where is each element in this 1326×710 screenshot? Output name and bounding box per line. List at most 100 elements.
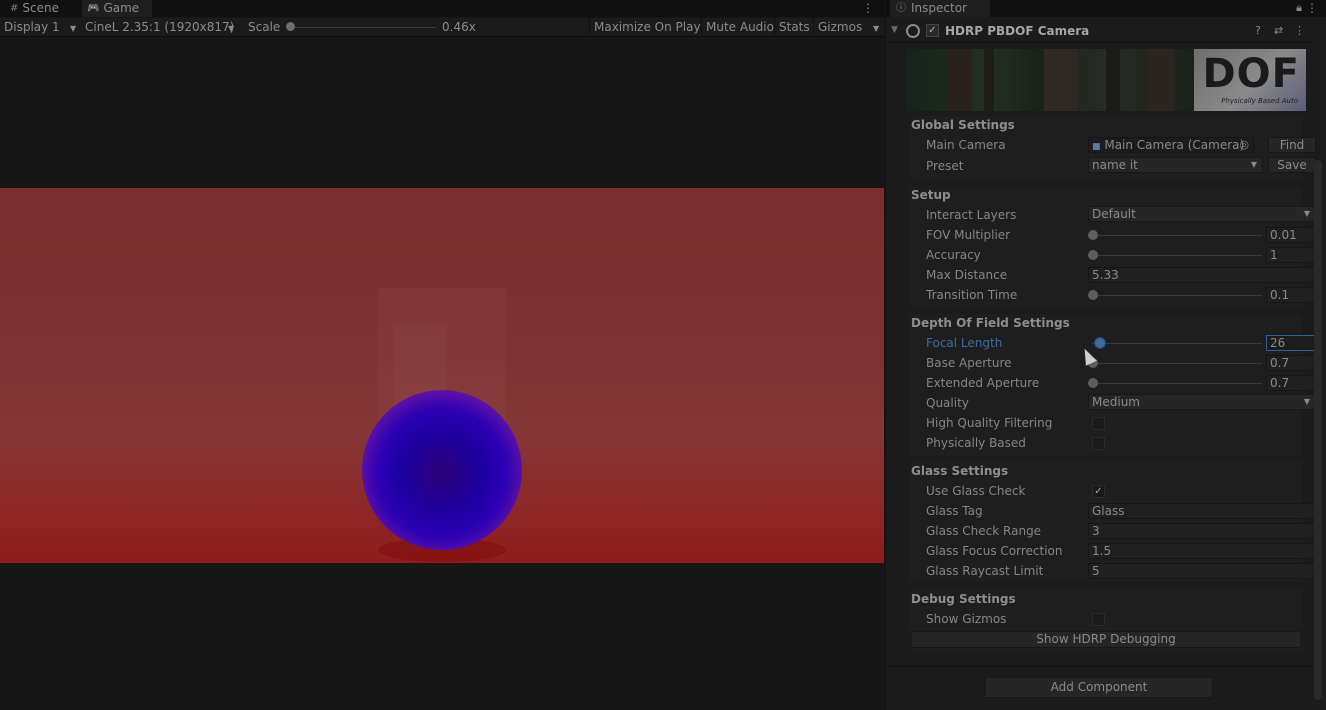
gamepad-icon: 🎮 (87, 3, 100, 14)
banner-tree (1148, 49, 1174, 111)
hq-filtering-row: High Quality Filtering (926, 414, 1300, 434)
tab-inspector[interactable]: ⓘ Inspector (890, 0, 990, 17)
maximize-on-play-button[interactable]: Maximize On Play (594, 18, 701, 37)
transition-time-label: Transition Time (926, 288, 1018, 302)
help-icon[interactable]: ? (1255, 24, 1261, 37)
slider-track (1092, 235, 1262, 236)
display-dropdown[interactable]: Display 1 ▼ (4, 18, 80, 37)
hq-filtering-checkbox[interactable] (1092, 417, 1105, 430)
physically-based-toggle[interactable] (1088, 435, 1108, 451)
lock-icon[interactable]: 🔒︎ (1296, 1, 1302, 15)
physically-based-checkbox[interactable] (1092, 437, 1105, 450)
base-aperture-slider[interactable] (1088, 355, 1268, 371)
scale-label: Scale (248, 20, 281, 34)
main-camera-value: Main Camera (Camera) (1104, 138, 1245, 152)
transition-time-field[interactable]: 0.1 (1266, 287, 1316, 303)
gizmos-dropdown[interactable]: Gizmos ▼ (818, 18, 879, 37)
inspector-menu-icon[interactable]: ⋮ (1306, 0, 1318, 17)
grid-icon: # (10, 3, 19, 14)
use-glass-check-toggle[interactable]: ✓ (1088, 483, 1108, 499)
show-gizmos-row: Show Gizmos (926, 610, 1300, 630)
use-glass-check-row: Use Glass Check ✓ (926, 482, 1300, 502)
base-aperture-row: Base Aperture 0.7 (926, 354, 1316, 374)
main-camera-field[interactable]: ■ Main Camera (Camera) ◎ (1088, 137, 1254, 153)
game-viewport[interactable] (0, 188, 884, 563)
slider-track (1092, 343, 1262, 344)
slider-knob[interactable] (1088, 230, 1098, 240)
find-button[interactable]: Find (1268, 137, 1316, 153)
quality-dropdown[interactable]: Medium ▼ (1088, 394, 1316, 410)
extended-aperture-slider[interactable] (1088, 375, 1268, 391)
accuracy-slider[interactable] (1088, 247, 1268, 263)
glass-check-range-field[interactable]: 3 (1088, 523, 1316, 539)
inspector-scrollbar[interactable] (1314, 160, 1322, 700)
component-title: HDRP PBDOF Camera (945, 24, 1090, 38)
focal-length-slider[interactable] (1088, 335, 1268, 351)
quality-value: Medium (1092, 395, 1140, 409)
extended-aperture-row: Extended Aperture 0.7 (926, 374, 1316, 394)
preset-dropdown[interactable]: name it ▼ (1088, 157, 1263, 173)
mute-audio-button[interactable]: Mute Audio (706, 18, 774, 37)
toolbar-divider (589, 18, 590, 37)
slider-knob[interactable] (1095, 338, 1105, 348)
chevron-down-icon: ▼ (70, 24, 77, 33)
interact-layers-label: Interact Layers (926, 208, 1017, 222)
slider-knob[interactable] (1088, 250, 1098, 260)
debug-settings-section: Debug Settings Show Gizmos Show HDRP Deb… (910, 590, 1302, 650)
interact-layers-value: Default (1092, 207, 1136, 221)
show-gizmos-checkbox[interactable] (1092, 613, 1105, 626)
fov-multiplier-slider[interactable] (1088, 227, 1268, 243)
fold-arrow-icon[interactable]: ▼ (891, 25, 898, 35)
section-title: Global Settings (911, 118, 1015, 132)
fov-multiplier-field[interactable]: 0.01 (1266, 227, 1316, 243)
preset-sliders-icon[interactable]: ⇄ (1274, 24, 1283, 37)
chevron-down-icon: ▼ (228, 24, 235, 33)
banner-tree (984, 49, 994, 111)
resolution-dropdown-label: CineL 2.35:1 (1920x817) (85, 20, 235, 34)
glass-raycast-limit-field[interactable]: 5 (1088, 563, 1316, 579)
accuracy-label: Accuracy (926, 248, 981, 262)
component-enabled-checkbox[interactable]: ✓ (926, 24, 939, 37)
show-gizmos-toggle[interactable] (1088, 611, 1108, 627)
focal-length-field[interactable]: 26 (1266, 335, 1316, 351)
max-distance-field[interactable]: 5.33 (1088, 267, 1316, 283)
transition-time-slider[interactable] (1088, 287, 1268, 303)
scale-slider-knob[interactable] (286, 22, 295, 31)
glass-tag-field[interactable]: Glass (1088, 503, 1316, 519)
glass-check-range-row: Glass Check Range 3 (926, 522, 1316, 542)
focal-length-row: Focal Length 26 (926, 334, 1316, 354)
camera-icon: ■ (1092, 142, 1101, 152)
glass-tag-row: Glass Tag Glass (926, 502, 1316, 522)
glass-focus-correction-row: Glass Focus Correction 1.5 (926, 542, 1316, 562)
physically-based-label: Physically Based (926, 436, 1026, 450)
tab-scene[interactable]: # Scene (2, 0, 80, 17)
setup-section: Setup Interact Layers Default ▼ FOV Mult… (910, 186, 1316, 308)
glass-focus-correction-field[interactable]: 1.5 (1088, 543, 1316, 559)
interact-layers-dropdown[interactable]: Default ▼ (1088, 206, 1316, 222)
object-picker-icon[interactable]: ◎ (1239, 138, 1249, 152)
component-menu-icon[interactable]: ⋮ (1294, 24, 1305, 37)
tab-game[interactable]: 🎮 Game (82, 0, 152, 17)
add-component-button[interactable]: Add Component (985, 677, 1213, 698)
base-aperture-field[interactable]: 0.7 (1266, 355, 1316, 371)
slider-knob[interactable] (1088, 378, 1098, 388)
tab-inspector-label: Inspector (911, 1, 967, 15)
quality-label: Quality (926, 396, 969, 410)
accuracy-field[interactable]: 1 (1266, 247, 1316, 263)
panel-menu-icon[interactable]: ⋮ (862, 0, 874, 17)
use-glass-check-checkbox[interactable]: ✓ (1092, 485, 1105, 498)
component-header[interactable]: ▼ ✓ HDRP PBDOF Camera ? ⇄ ⋮ (886, 21, 1312, 43)
extended-aperture-field[interactable]: 0.7 (1266, 375, 1316, 391)
show-hdrp-debugging-button[interactable]: Show HDRP Debugging (911, 631, 1301, 648)
stats-button[interactable]: Stats (779, 18, 810, 37)
scale-slider-track[interactable] (288, 27, 436, 28)
quality-row: Quality Medium ▼ (926, 394, 1316, 414)
slider-track (1092, 363, 1262, 364)
slider-knob[interactable] (1088, 290, 1098, 300)
base-aperture-label: Base Aperture (926, 356, 1012, 370)
fov-multiplier-row: FOV Multiplier 0.01 (926, 226, 1316, 246)
resolution-dropdown[interactable]: CineL 2.35:1 (1920x817) ▼ (85, 18, 237, 37)
save-button[interactable]: Save (1268, 157, 1316, 173)
preset-label: Preset (926, 159, 964, 173)
hq-filtering-toggle[interactable] (1088, 415, 1108, 431)
